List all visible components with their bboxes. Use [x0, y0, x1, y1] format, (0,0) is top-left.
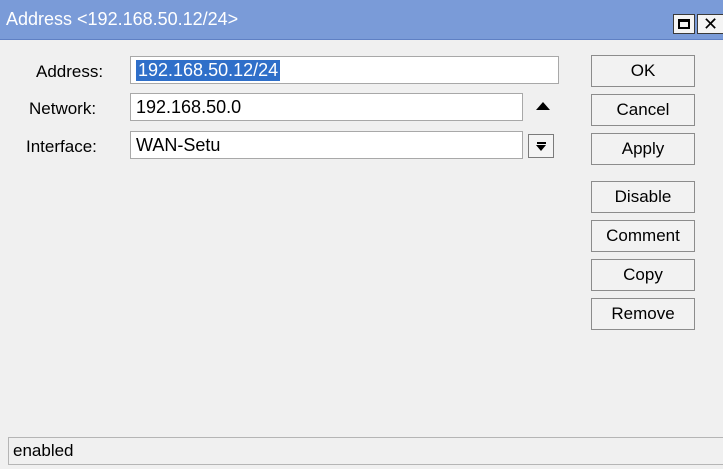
interface-select-value: WAN-Setu: [136, 134, 221, 155]
close-icon[interactable]: ✕: [697, 14, 723, 34]
collapse-up-icon[interactable]: [536, 102, 550, 110]
dropdown-arrow-icon[interactable]: [528, 134, 554, 158]
network-label: Network:: [29, 99, 97, 118]
maximize-icon[interactable]: [673, 14, 695, 34]
address-input[interactable]: 192.168.50.12/24: [130, 56, 559, 84]
interface-select[interactable]: WAN-Setu: [130, 131, 523, 159]
interface-label: Interface:: [26, 137, 97, 156]
address-dialog-window: Address <192.168.50.12/24> ✕ Address: 19…: [0, 0, 723, 469]
network-input-value: 192.168.50.0: [136, 96, 242, 117]
remove-button[interactable]: Remove: [591, 298, 695, 330]
window-title: Address <192.168.50.12/24>: [6, 9, 239, 29]
ok-button[interactable]: OK: [591, 55, 695, 87]
address-input-value: 192.168.50.12/24: [136, 59, 281, 81]
network-input[interactable]: 192.168.50.0: [130, 93, 523, 121]
disable-button[interactable]: Disable: [591, 181, 695, 213]
copy-button[interactable]: Copy: [591, 259, 695, 291]
cancel-button[interactable]: Cancel: [591, 94, 695, 126]
status-text: enabled: [13, 441, 74, 460]
apply-button[interactable]: Apply: [591, 133, 695, 165]
comment-button[interactable]: Comment: [591, 220, 695, 252]
title-bar[interactable]: Address <192.168.50.12/24> ✕: [0, 0, 723, 40]
status-bar: enabled: [8, 437, 723, 465]
address-label: Address:: [36, 62, 104, 81]
